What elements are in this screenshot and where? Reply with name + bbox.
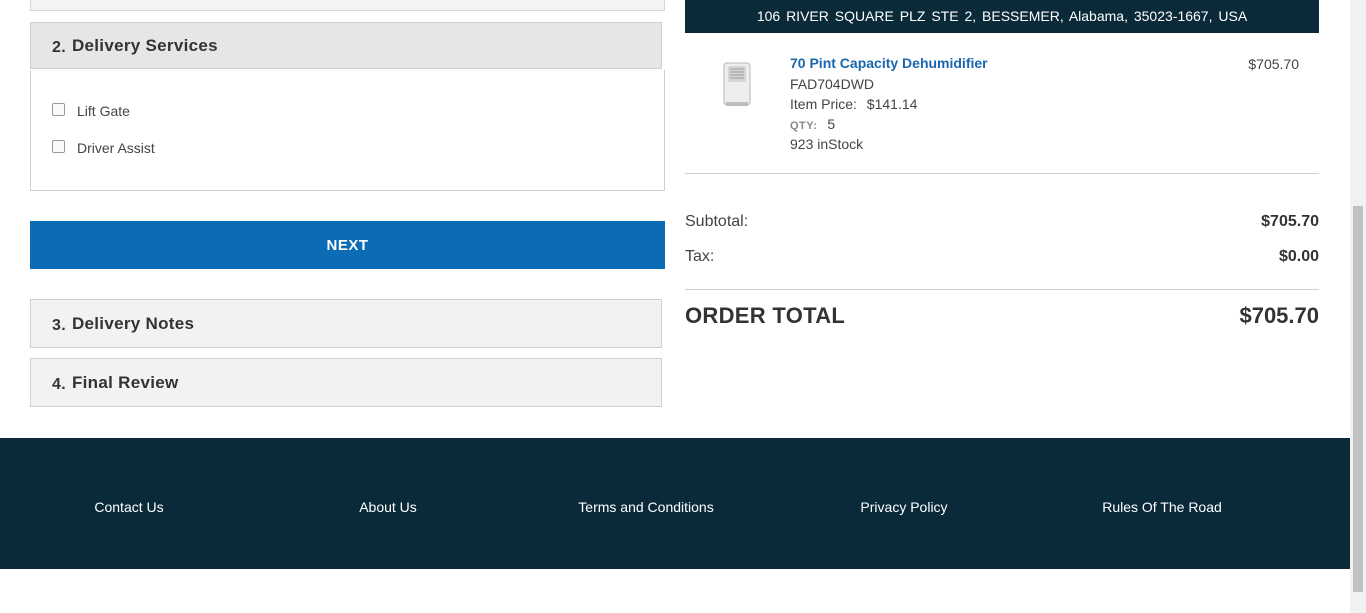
section-1-panel-bottom	[30, 0, 665, 11]
tax-value: $0.00	[1278, 248, 1319, 265]
delivery-services-panel: Lift Gate Driver Assist	[30, 70, 665, 191]
qty-label: QTY:	[790, 120, 818, 132]
item-price-label: Item Price:	[790, 96, 857, 112]
footer-link-contact-us[interactable]: Contact Us	[94, 499, 163, 515]
driver-assist-checkbox[interactable]	[52, 139, 65, 153]
page-scrollbar[interactable]	[1350, 0, 1366, 613]
order-total-label: ORDER TOTAL	[685, 303, 846, 328]
shipping-address: 106 RIVER SQUARE PLZ STE 2, BESSEMER, Al…	[756, 8, 1248, 24]
product-quantity: QTY: 5	[790, 116, 835, 132]
tax-label: Tax:	[685, 248, 715, 265]
order-total-value: $705.70	[1239, 303, 1319, 328]
section-title: Delivery Notes	[71, 313, 195, 333]
section-number: 2.	[52, 38, 66, 56]
total-divider	[685, 289, 1319, 290]
scrollbar-thumb[interactable]	[1353, 206, 1363, 592]
site-footer: Contact Us About Us Terms and Conditions…	[0, 438, 1350, 569]
section-title: Delivery Services	[71, 35, 218, 55]
section-delivery-services-header[interactable]: 2. Delivery Services	[30, 22, 662, 69]
section-number: 4.	[52, 375, 66, 393]
section-number: 3.	[52, 316, 66, 334]
footer-link-about-us[interactable]: About Us	[359, 499, 417, 515]
product-thumbnail-image[interactable]	[722, 62, 752, 108]
driver-assist-label: Driver Assist	[77, 140, 155, 156]
qty-value: 5	[827, 116, 836, 132]
lift-gate-option[interactable]: Lift Gate	[52, 102, 130, 119]
footer-link-privacy-policy[interactable]: Privacy Policy	[860, 499, 947, 515]
lift-gate-label: Lift Gate	[77, 103, 130, 119]
lift-gate-checkbox[interactable]	[52, 102, 65, 116]
driver-assist-option[interactable]: Driver Assist	[52, 139, 155, 156]
section-delivery-notes-header[interactable]: 3. Delivery Notes	[30, 299, 662, 348]
product-sku: FAD704DWD	[790, 76, 875, 92]
footer-link-terms-and-conditions[interactable]: Terms and Conditions	[578, 499, 713, 515]
section-final-review-header[interactable]: 4. Final Review	[30, 358, 662, 407]
subtotal-label: Subtotal:	[685, 213, 749, 230]
product-line-total: $705.70	[1248, 56, 1299, 72]
subtotal-value: $705.70	[1261, 213, 1319, 230]
next-button[interactable]: NEXT	[30, 221, 665, 269]
shipping-address-bar: 106 RIVER SQUARE PLZ STE 2, BESSEMER, Al…	[685, 0, 1319, 33]
section-title: Final Review	[71, 372, 179, 392]
product-name-link[interactable]: 70 Pint Capacity Dehumidifier	[790, 55, 988, 71]
product-stock: 923 inStock	[790, 136, 864, 152]
footer-link-rules-of-the-road[interactable]: Rules Of The Road	[1102, 499, 1222, 515]
product-item-price: Item Price: $141.14	[790, 96, 917, 112]
item-price-value: $141.14	[866, 96, 918, 112]
summary-divider	[685, 173, 1319, 174]
